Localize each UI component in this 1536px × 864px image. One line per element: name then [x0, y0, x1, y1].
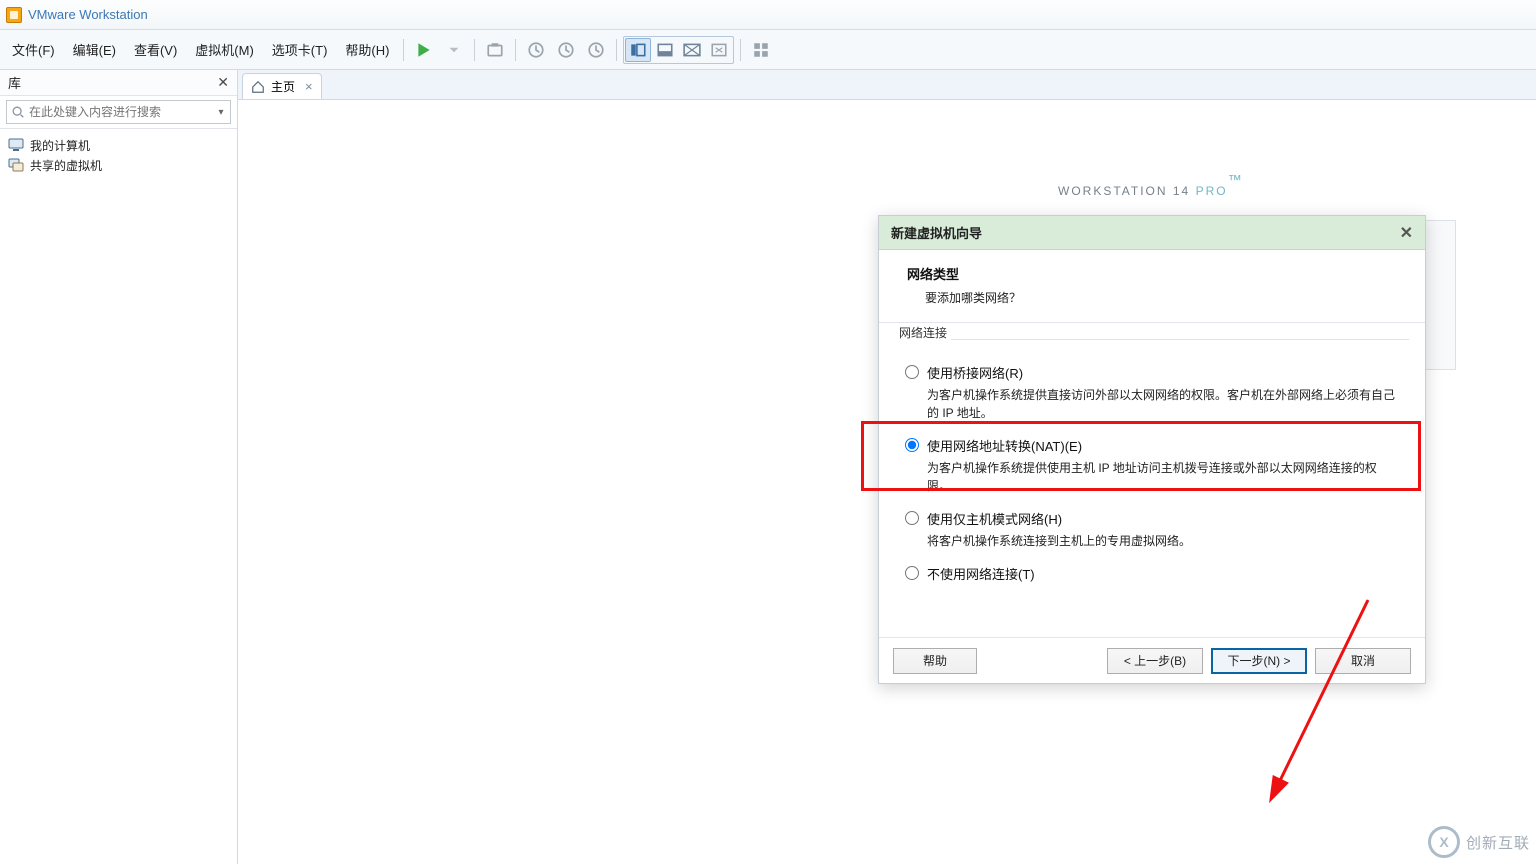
tab-close-icon[interactable]: ×	[305, 79, 313, 94]
dialog-body: 网络连接 使用桥接网络(R) 为客户机操作系统提供直接访问外部以太网网络的权限。…	[879, 322, 1425, 637]
fieldset-label: 网络连接	[895, 324, 951, 341]
next-button[interactable]: 下一步(N) >	[1211, 648, 1307, 674]
radio-label: 使用桥接网络(R)	[927, 363, 1023, 382]
menu-tabs[interactable]: 选项卡(T)	[264, 36, 336, 63]
menu-view[interactable]: 查看(V)	[126, 36, 185, 63]
tree-item-label: 共享的虚拟机	[30, 157, 102, 174]
tab-home[interactable]: 主页 ×	[242, 73, 322, 99]
radio-hostonly[interactable]	[905, 511, 919, 525]
library-tree: 我的计算机 共享的虚拟机	[0, 129, 237, 181]
radio-bridged[interactable]	[905, 365, 919, 379]
view-mode-3[interactable]	[679, 38, 705, 62]
dialog-footer: 帮助 < 上一步(B) 下一步(N) > 取消	[879, 637, 1425, 683]
radio-option-bridged[interactable]: 使用桥接网络(R) 为客户机操作系统提供直接访问外部以太网网络的权限。客户机在外…	[905, 363, 1409, 422]
home-icon	[251, 80, 265, 94]
sidebar: 库 ✕ ▾ 我的计算机 共享的虚拟机	[0, 70, 238, 864]
radio-option-nat[interactable]: 使用网络地址转换(NAT)(E) 为客户机操作系统提供使用主机 IP 地址访问主…	[905, 436, 1409, 495]
search-dropdown-icon[interactable]: ▾	[216, 107, 226, 118]
radio-label: 不使用网络连接(T)	[927, 564, 1035, 583]
radio-option-none[interactable]: 不使用网络连接(T)	[905, 564, 1409, 583]
search-row: ▾	[0, 96, 237, 129]
title-bar: VMware Workstation	[0, 0, 1536, 30]
dialog-heading: 网络类型	[907, 264, 1397, 283]
view-mode-1[interactable]	[625, 38, 651, 62]
snapshot-button[interactable]	[481, 36, 509, 64]
menu-file[interactable]: 文件(F)	[4, 36, 63, 63]
view-mode-4[interactable]	[706, 38, 732, 62]
clock-3-icon[interactable]	[582, 36, 610, 64]
dialog-subheading: 要添加哪类网络？	[907, 289, 1397, 306]
tree-item-my-computer[interactable]: 我的计算机	[8, 135, 229, 155]
computer-icon	[8, 138, 24, 152]
wizard-dialog: 新建虚拟机向导 ✕ 网络类型 要添加哪类网络？ 网络连接 使用桥接网络(R)	[878, 215, 1426, 684]
cancel-button[interactable]: 取消	[1315, 648, 1411, 674]
tab-strip: 主页 ×	[238, 70, 1536, 100]
content-area: 主页 × WORKSTATION 14 PRO™ 连接远程服务器 新建虚拟机向导…	[238, 70, 1536, 864]
tree-item-label: 我的计算机	[30, 137, 90, 154]
tree-item-shared-vm[interactable]: 共享的虚拟机	[8, 155, 229, 175]
app-icon	[6, 7, 22, 23]
main-area: 库 ✕ ▾ 我的计算机 共享的虚拟机 主页	[0, 70, 1536, 864]
separator	[740, 39, 741, 61]
sidebar-title: 库	[8, 73, 21, 92]
dialog-title: 新建虚拟机向导	[891, 223, 982, 242]
play-button[interactable]	[410, 36, 438, 64]
shared-icon	[8, 158, 24, 172]
grid-view-icon[interactable]	[747, 36, 775, 64]
radio-nat[interactable]	[905, 438, 919, 452]
search-box[interactable]: ▾	[6, 100, 231, 124]
separator	[616, 39, 617, 61]
sidebar-header: 库 ✕	[0, 70, 237, 96]
view-mode-2[interactable]	[652, 38, 678, 62]
hero-title: WORKSTATION 14 PRO™	[1058, 170, 1244, 202]
dialog-titlebar: 新建虚拟机向导 ✕	[879, 216, 1425, 250]
view-mode-group	[623, 36, 734, 64]
radio-label: 使用仅主机模式网络(H)	[927, 509, 1062, 528]
menu-bar: 文件(F) 编辑(E) 查看(V) 虚拟机(M) 选项卡(T) 帮助(H)	[0, 30, 1536, 70]
radio-desc: 为客户机操作系统提供直接访问外部以太网网络的权限。客户机在外部网络上必须有自己的…	[927, 386, 1397, 422]
clock-1-icon[interactable]	[522, 36, 550, 64]
watermark-text: 创新互联	[1466, 832, 1530, 853]
play-dropdown[interactable]	[440, 36, 468, 64]
app-title: VMware Workstation	[28, 7, 148, 22]
menu-vm[interactable]: 虚拟机(M)	[187, 36, 262, 63]
search-input[interactable]	[29, 105, 212, 119]
search-icon	[11, 105, 25, 119]
back-button[interactable]: < 上一步(B)	[1107, 648, 1203, 674]
dialog-close-icon[interactable]: ✕	[1400, 223, 1413, 243]
menu-help[interactable]: 帮助(H)	[337, 36, 397, 63]
clock-2-icon[interactable]	[552, 36, 580, 64]
separator	[474, 39, 475, 61]
radio-desc: 将客户机操作系统连接到主机上的专用虚拟网络。	[927, 532, 1397, 550]
sidebar-close-icon[interactable]: ✕	[217, 74, 229, 91]
radio-desc: 为客户机操作系统提供使用主机 IP 地址访问主机拨号连接或外部以太网网络连接的权…	[927, 459, 1397, 495]
separator	[515, 39, 516, 61]
separator	[403, 39, 404, 61]
radio-label: 使用网络地址转换(NAT)(E)	[927, 436, 1082, 455]
radio-option-hostonly[interactable]: 使用仅主机模式网络(H) 将客户机操作系统连接到主机上的专用虚拟网络。	[905, 509, 1409, 550]
dialog-header: 网络类型 要添加哪类网络？	[879, 250, 1425, 322]
watermark: X 创新互联	[1428, 826, 1530, 858]
help-button[interactable]: 帮助	[893, 648, 977, 674]
home-canvas: WORKSTATION 14 PRO™ 连接远程服务器 新建虚拟机向导 ✕ 网络…	[238, 100, 1536, 864]
tab-label: 主页	[271, 78, 295, 95]
menu-edit[interactable]: 编辑(E)	[65, 36, 124, 63]
watermark-icon: X	[1428, 826, 1460, 858]
radio-none[interactable]	[905, 566, 919, 580]
